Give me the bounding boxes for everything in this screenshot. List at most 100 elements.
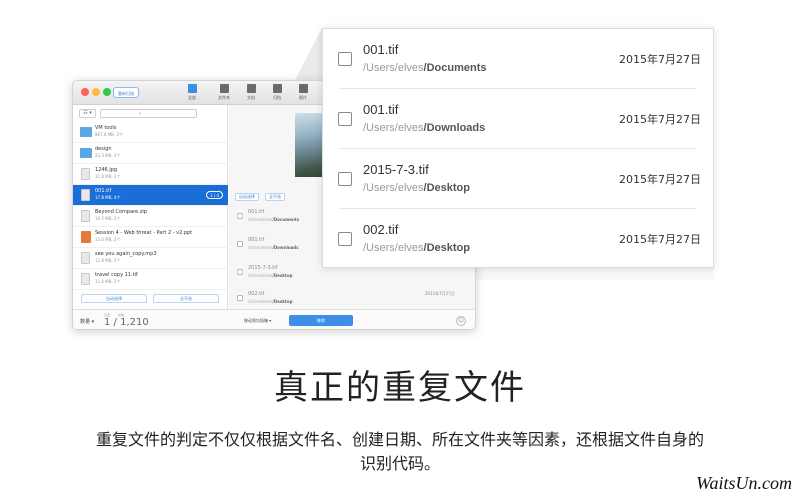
search-row: ☷ ▾ ⌕: [79, 109, 223, 118]
tab-documents[interactable]: 文档: [238, 84, 264, 100]
search-icon: ⌕: [139, 111, 142, 117]
audio-file-icon: [81, 252, 90, 264]
tab-label: 图片: [299, 95, 307, 100]
file-name: VM tools: [95, 125, 117, 131]
selection-count-badge: 1 / 4: [206, 191, 223, 199]
checkbox[interactable]: [237, 241, 243, 247]
checkbox[interactable]: [237, 269, 243, 275]
file-name: Session 4 - Web threat - Part 2 - v2.ppt: [95, 230, 193, 236]
image-icon: [298, 84, 308, 93]
file-name: 002.tif: [363, 222, 399, 237]
tif-file-icon: [81, 273, 90, 285]
list-item[interactable]: Session 4 - Web threat - Part 2 - v2.ppt…: [73, 227, 228, 248]
file-size: 23.3 MB, 3个: [95, 153, 121, 158]
duplicate-file-row[interactable]: 001.tif /Users/elves/Documents: [237, 207, 327, 229]
feedback-icon[interactable]: ☺: [456, 316, 466, 326]
tab-all[interactable]: 全部: [179, 84, 205, 100]
tab-images[interactable]: 图片: [290, 84, 316, 100]
rescan-button[interactable]: 重新扫描: [113, 87, 139, 98]
file-path: /Users/elves/Documents: [248, 217, 300, 222]
list-item[interactable]: VM tools 867.6 MB, 2个: [73, 122, 228, 143]
tab-label: 文件夹: [218, 95, 230, 100]
file-icon: [81, 168, 90, 180]
list-item[interactable]: see you again_copy.mp3 12.8 MB, 2个: [73, 248, 228, 269]
list-item[interactable]: Beyond Compare.zip 16.5 MB, 2个: [73, 206, 228, 227]
file-name: 2015-7-3.tif: [248, 265, 278, 271]
list-actions: 自动选择 全不选: [73, 289, 228, 309]
duplicate-file-row[interactable]: 002.tif /Users/elves/Desktop 2015年7月27日: [323, 209, 713, 269]
file-date: 2015年7月27日: [619, 53, 701, 66]
file-size: 11.6 MB, 2个: [95, 279, 121, 284]
list-item[interactable]: travel copy 11.tif 11.6 MB, 2个: [73, 269, 228, 290]
file-name: 001.tif: [363, 42, 399, 57]
file-size: 16.5 MB, 2个: [95, 216, 121, 221]
zoom-window-button[interactable]: [103, 88, 111, 96]
file-path: /Users/elves/Desktop: [363, 242, 470, 254]
duplicate-file-row[interactable]: 001.tif /Users/elves/Downloads: [237, 235, 327, 257]
tab-label: 全部: [188, 95, 196, 100]
checkbox[interactable]: [338, 172, 352, 186]
tab-archives[interactable]: 归档: [264, 84, 290, 100]
file-name: Beyond Compare.zip: [95, 209, 147, 215]
watermark: WaitsUn.com: [696, 473, 792, 493]
tab-label: 归档: [273, 95, 281, 100]
archive-icon: [272, 84, 282, 93]
duplicate-file-row[interactable]: 001.tif /Users/elves/Documents 2015年7月27…: [323, 29, 713, 89]
headline: 真正的重复文件: [274, 368, 526, 408]
checkbox[interactable]: [338, 232, 352, 246]
checkbox[interactable]: [237, 213, 243, 219]
file-path: /Users/elves/Desktop: [248, 273, 293, 278]
preview-deselect-all-button[interactable]: 全不选: [265, 193, 285, 201]
duplicate-file-row[interactable]: 2015-7-3.tif /Users/elves/Desktop: [237, 263, 327, 285]
file-size: 867.6 MB, 2个: [95, 132, 124, 137]
file-size: 17.8 MB, 4个: [95, 195, 121, 200]
preview-auto-select-button[interactable]: 自动选择: [235, 193, 259, 201]
duplicate-file-row[interactable]: 2015-7-3.tif /Users/elves/Desktop 2015年7…: [323, 149, 713, 209]
folder-icon: [80, 127, 92, 137]
list-item[interactable]: 1246.jpg 11.8 MB, 2个: [73, 164, 228, 185]
file-name: travel copy 11.tif: [95, 272, 138, 278]
file-path: /Users/elves/Documents: [363, 62, 487, 74]
remove-button[interactable]: 移除: [289, 315, 353, 326]
file-list: VM tools 867.6 MB, 2个 design 23.3 MB, 3个…: [73, 122, 228, 290]
search-input[interactable]: ⌕: [100, 109, 197, 118]
description: 重复文件的判定不仅仅根据文件名、创建日期、所在文件夹等因素，还根据文件自身的识别…: [95, 430, 704, 473]
file-name: 1246.jpg: [95, 167, 118, 173]
file-size: 13.0 MB, 2个: [95, 237, 121, 242]
file-name: design: [95, 146, 112, 152]
file-name: see you again_copy.mp3: [95, 251, 157, 257]
file-name: 001.tif: [248, 209, 265, 215]
deselect-all-button[interactable]: 全不选: [153, 294, 219, 303]
file-path: /Users/elves/Desktop: [248, 299, 293, 304]
file-path: /Users/elves/Downloads: [248, 245, 299, 250]
checkbox[interactable]: [237, 295, 243, 301]
minimize-window-button[interactable]: [92, 88, 100, 96]
file-name: 001.tif: [95, 188, 112, 194]
file-name: 2015-7-3.tif: [363, 162, 429, 177]
file-size: 11.8 MB, 2个: [95, 174, 121, 179]
file-name: 002.tif: [248, 291, 265, 297]
duplicate-file-row[interactable]: 001.tif /Users/elves/Downloads 2015年7月27…: [323, 89, 713, 149]
folder-icon: [219, 84, 229, 93]
view-toggle-button[interactable]: ☷ ▾: [79, 109, 96, 118]
file-path: /Users/elves/Downloads: [363, 122, 486, 134]
checkbox[interactable]: [338, 52, 352, 66]
file-date: 2015年7月27日: [619, 233, 701, 246]
tab-folders[interactable]: 文件夹: [211, 84, 237, 100]
close-window-button[interactable]: [81, 88, 89, 96]
file-date: 2015年7月27日: [619, 113, 701, 126]
list-item[interactable]: design 23.3 MB, 3个: [73, 143, 228, 164]
tif-file-icon: [81, 189, 90, 201]
file-date: 2015年7月27日: [619, 173, 701, 186]
file-size: 12.8 MB, 2个: [95, 258, 121, 263]
quantity-sort-menu[interactable]: 数量 ▾: [80, 318, 94, 325]
file-name: 001.tif: [248, 237, 265, 243]
all-icon: [187, 84, 197, 93]
auto-select-button[interactable]: 自动选择: [81, 294, 147, 303]
checkbox[interactable]: [338, 112, 352, 126]
move-to-trash-menu[interactable]: 移动到垃圾箱 ▾: [244, 318, 271, 324]
status-bar: 数量 ▾ 已选 总数 1 / 1,210 移动到垃圾箱 ▾ 移除 ☺: [73, 309, 475, 329]
list-item-selected[interactable]: 001.tif 17.8 MB, 4个 1 / 4: [73, 185, 228, 206]
file-path: /Users/elves/Desktop: [363, 182, 470, 194]
duplicate-file-row[interactable]: 002.tif /Users/elves/Desktop: [237, 289, 327, 311]
